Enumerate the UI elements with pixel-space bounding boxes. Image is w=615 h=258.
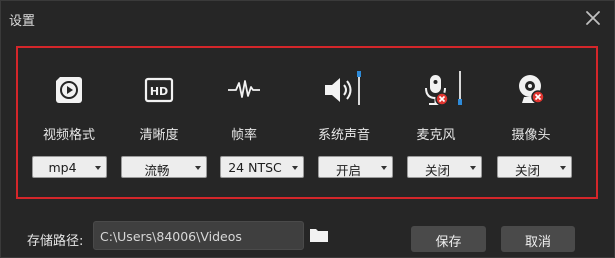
microphone-value: 关闭	[424, 163, 450, 178]
storage-path-label: 存储路径:	[27, 234, 84, 249]
microphone-select[interactable]: 关闭	[407, 156, 482, 178]
video-format-value: mp4	[48, 160, 77, 175]
frame-rate-value: 24 NTSC	[228, 160, 282, 175]
waveform-icon[interactable]	[224, 70, 264, 110]
video-format-select[interactable]: mp4	[32, 156, 107, 178]
settings-dialog: 设置 视频格式 mp4 HD 清晰度 流畅 帧率 24 NTSC 系统声音 开启…	[0, 0, 615, 258]
chevron-down-icon	[95, 166, 101, 170]
resolution-value: 流畅	[144, 163, 170, 178]
microphone-label: 麦克风	[416, 128, 456, 143]
resolution-select[interactable]: 流畅	[121, 156, 207, 178]
hd-icon[interactable]: HD	[139, 70, 179, 110]
camera-label: 摄像头	[511, 128, 551, 143]
chevron-down-icon	[560, 166, 566, 170]
video-format-label: 视频格式	[42, 128, 95, 143]
microphone-disabled-icon[interactable]	[416, 70, 456, 110]
title-bar: 设置	[1, 1, 614, 35]
microphone-volume-thumb[interactable]	[458, 99, 462, 105]
cancel-button[interactable]: 取消	[501, 226, 575, 252]
video-play-icon[interactable]	[49, 70, 89, 110]
webcam-disabled-icon[interactable]	[511, 70, 551, 110]
system-sound-value: 开启	[335, 163, 361, 178]
chevron-down-icon	[195, 166, 201, 170]
chevron-down-icon	[292, 166, 298, 170]
system-sound-volume-thumb[interactable]	[357, 71, 361, 77]
resolution-label: 清晰度	[139, 128, 179, 143]
camera-value: 关闭	[514, 163, 540, 178]
microphone-volume-slider[interactable]	[458, 71, 462, 105]
close-icon[interactable]	[584, 9, 602, 27]
system-sound-volume-slider[interactable]	[357, 71, 361, 105]
folder-icon[interactable]	[309, 227, 329, 243]
svg-text:HD: HD	[150, 85, 168, 98]
system-sound-label: 系统声音	[317, 128, 370, 143]
recording-settings-panel: 视频格式 mp4 HD 清晰度 流畅 帧率 24 NTSC 系统声音 开启 麦克…	[16, 46, 598, 199]
frame-rate-label: 帧率	[230, 128, 257, 143]
save-button[interactable]: 保存	[411, 226, 486, 252]
frame-rate-select[interactable]: 24 NTSC	[220, 156, 304, 178]
speaker-icon[interactable]	[320, 70, 360, 110]
system-sound-select[interactable]: 开启	[318, 156, 393, 178]
dialog-title: 设置	[9, 14, 36, 29]
chevron-down-icon	[381, 166, 387, 170]
chevron-down-icon	[470, 166, 476, 170]
storage-path-field[interactable]: C:\Users\84006\Videos	[93, 221, 304, 250]
camera-select[interactable]: 关闭	[497, 156, 572, 178]
